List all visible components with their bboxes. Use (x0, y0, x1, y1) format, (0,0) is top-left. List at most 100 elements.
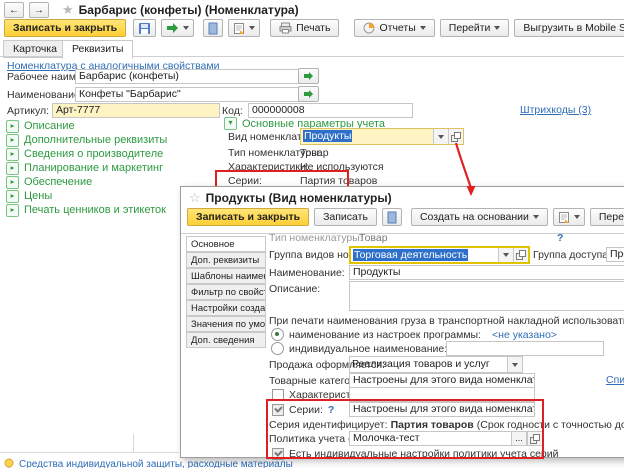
green-arrow-icon (303, 89, 314, 99)
dlg-access-field[interactable]: Продукты (606, 247, 624, 262)
article-field[interactable]: Арт-7777 (52, 103, 220, 118)
panel-edge (0, 452, 179, 453)
section-item-supply[interactable]: ▸Обеспечение (6, 175, 167, 189)
forward-button[interactable]: → (29, 2, 49, 18)
lamp-icon (4, 458, 14, 468)
caret-down-icon (503, 253, 509, 257)
print-button-label: Печать (296, 22, 330, 34)
open-link-icon (530, 434, 540, 444)
code-field[interactable]: 000000008 (248, 103, 413, 118)
collapse-icon: ▾ (224, 117, 237, 130)
favorite-star-icon[interactable]: ★ (62, 2, 74, 18)
dlg-cargo-note: При печати наименования груза в транспор… (269, 315, 624, 327)
kind-open-button[interactable] (448, 129, 463, 144)
bottom-hint-row: Средства индивидуальной защиты, расходны… (4, 458, 293, 468)
dlg-sale-dropdown-button[interactable] (507, 357, 522, 372)
help-icon[interactable]: ? (328, 404, 334, 416)
dialog-tab-name-templates[interactable]: Шаблоны наименований (186, 268, 266, 284)
print-name-history-button[interactable] (298, 86, 319, 102)
dlg-group-value: Торговая деятельность (353, 249, 468, 261)
dlg-individual-name-field[interactable] (446, 341, 604, 356)
section-arrow-icon: ▸ (6, 162, 19, 175)
goto-button-label: Перейти (449, 22, 491, 34)
print-name-field[interactable]: Конфеты "Барбарис" (75, 87, 301, 102)
dialog-create-based-button[interactable]: Создать на основании (411, 208, 548, 226)
working-name-field[interactable]: Барбарис (конфеты) (75, 69, 301, 84)
dialog-tab-defaults[interactable]: Значения по умолчанию (186, 316, 266, 332)
kind-dropdown-button[interactable] (433, 129, 448, 144)
goto-button[interactable]: Перейти (440, 19, 510, 37)
dialog-save-close-button[interactable]: Записать и закрыть (187, 208, 309, 226)
file-actions-button[interactable] (228, 19, 260, 37)
section-item-labels[interactable]: ▸Печать ценников и этикеток (6, 203, 167, 217)
dlg-characteristics-field[interactable] (349, 387, 535, 402)
help-icon[interactable]: ? (557, 232, 563, 244)
dialog-goto-button[interactable]: Перейти (590, 208, 624, 226)
protective-equipment-link[interactable]: Средства индивидуальной защиты, расходны… (19, 459, 293, 468)
favorite-star-outline-icon[interactable]: ☆ (189, 190, 201, 206)
section-item-planning[interactable]: ▸Планирование и маркетинг (6, 161, 167, 175)
save-close-button[interactable]: Записать и закрыть (4, 19, 126, 37)
save-button[interactable] (133, 19, 156, 37)
radio-program[interactable] (271, 328, 284, 341)
caret-down-icon (533, 215, 539, 219)
kind-combobox[interactable]: Продукты (300, 128, 464, 145)
dlg-access-label: Группа доступа: (533, 249, 611, 261)
dlg-sale-combobox[interactable]: Реализация товаров и услуг (349, 356, 523, 373)
caret-down-icon (574, 215, 580, 219)
barcodes-link[interactable]: Штрихкоды (3) (520, 104, 591, 116)
radio-individual[interactable] (271, 342, 284, 355)
tab-requisites[interactable]: Реквизиты (62, 40, 133, 59)
dialog-tab-additional[interactable]: Доп. реквизиты (186, 252, 266, 268)
dlg-description-field[interactable] (349, 281, 624, 311)
dialog-tab-property-filter[interactable]: Фильтр по свойствам (186, 284, 266, 300)
caret-down-icon (512, 363, 518, 367)
section-item-prices[interactable]: ▸Цены (6, 189, 167, 203)
dlg-series-field[interactable]: Настроены для этого вида номенклатуры (349, 402, 535, 417)
working-name-history-button[interactable] (298, 68, 319, 84)
dlg-series-row: Серии: ? (272, 404, 334, 416)
print-button[interactable]: Печать (270, 19, 339, 37)
reports-button[interactable]: Отчеты (354, 19, 434, 37)
green-arrow-icon (303, 71, 314, 81)
dlg-name-field[interactable]: Продукты (349, 265, 624, 280)
policy-open-button[interactable] (527, 431, 543, 446)
policy-choose-button[interactable]: ... (511, 431, 527, 446)
dlg-sale-value: Реализация товаров и услуг (350, 357, 507, 372)
back-button[interactable]: ← (4, 2, 24, 18)
dialog-save-button[interactable]: Записать (314, 208, 377, 226)
forward-arrow-icon: → (34, 5, 44, 16)
section-arrow-icon: ▸ (6, 204, 19, 217)
panel-edge (133, 434, 134, 452)
not-specified-link[interactable]: <не указано> (492, 329, 557, 341)
dlg-individual-settings-row: Есть индивидуальные настройки политики у… (272, 448, 559, 460)
back-arrow-icon: ← (9, 5, 19, 16)
dialog-tab-main[interactable]: Основное (186, 236, 266, 252)
characteristics-checkbox[interactable] (272, 389, 284, 401)
dialog-title: Продукты (Вид номенклатуры) (206, 191, 392, 205)
series-identifies-note: Серия идентифицирует: Партия товаров (Ср… (269, 419, 624, 431)
export-mobile-smarts-button[interactable]: Выгрузить в Mobile SMARTS (514, 19, 624, 37)
dlg-group-open-button[interactable] (513, 248, 528, 262)
dlg-policy-field[interactable]: Молочка-тест (349, 431, 515, 446)
categories-list-link[interactable]: Список (606, 374, 624, 386)
dialog-header: ☆ Продукты (Вид номенклатуры) (189, 190, 392, 206)
individual-settings-checkbox[interactable] (272, 448, 284, 460)
printer-icon (279, 22, 292, 34)
section-arrow-icon: ▸ (6, 190, 19, 203)
dlg-categories-field[interactable]: Настроены для этого вида номенклатуры (349, 373, 535, 388)
dlg-group-dropdown-button[interactable] (498, 248, 513, 262)
dialog-file-actions-button[interactable] (553, 208, 585, 226)
dlg-description-label: Описание: (269, 283, 320, 295)
save-variants-button[interactable] (161, 19, 194, 37)
dialog-card-button[interactable] (382, 208, 402, 226)
series-checkbox[interactable] (272, 404, 284, 416)
code-label: Код: (222, 105, 243, 117)
section-item-additional[interactable]: ▸Дополнительные реквизиты (6, 133, 167, 147)
section-item-description[interactable]: ▸Описание (6, 119, 167, 133)
section-item-manufacturer[interactable]: ▸Сведения о производителе (6, 147, 167, 161)
card-view-button[interactable] (203, 19, 223, 37)
dialog-tab-creation-settings[interactable]: Настройки создания (186, 300, 266, 316)
dlg-group-combobox[interactable]: Торговая деятельность (349, 246, 530, 264)
dialog-tab-extra-info[interactable]: Доп. сведения (186, 332, 266, 348)
